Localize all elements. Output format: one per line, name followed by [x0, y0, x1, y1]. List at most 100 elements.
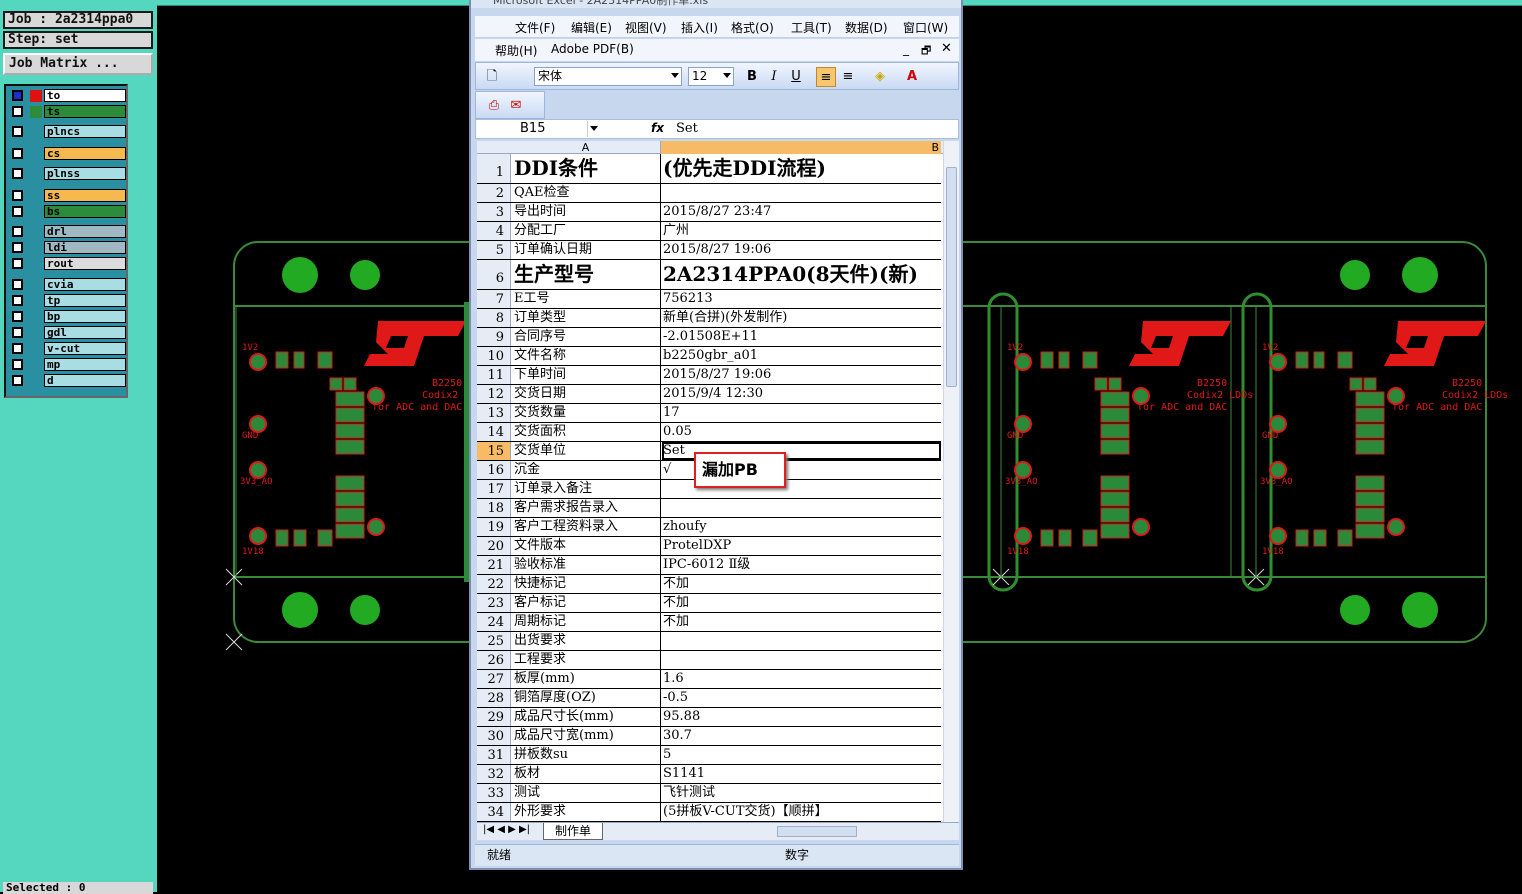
layer-checkbox[interactable] — [12, 148, 23, 159]
layer-checkbox[interactable] — [12, 190, 23, 201]
menu-item-1[interactable]: 编辑(E) — [571, 19, 612, 36]
row-number[interactable]: 20 — [477, 537, 511, 555]
cell-a[interactable]: 出货要求 — [512, 632, 661, 650]
cell-b[interactable]: 2015/8/27 23:47 — [662, 203, 941, 221]
cell-a[interactable]: 交货日期 — [512, 385, 661, 403]
cell-a[interactable]: 合同序号 — [512, 328, 661, 346]
underline-button[interactable]: U — [786, 67, 806, 87]
cell-a[interactable]: 板厚(mm) — [512, 670, 661, 688]
cell-b[interactable]: 2015/8/27 19:06 — [662, 241, 941, 259]
layer-row-ts[interactable]: ts — [8, 104, 127, 119]
cell-b[interactable]: IPC-6012 Ⅱ级 — [662, 556, 941, 574]
new-document-icon[interactable]: 🗋 — [482, 67, 502, 87]
layer-row-v-cut[interactable]: v-cut — [8, 341, 127, 356]
chevron-down-icon[interactable] — [590, 126, 598, 131]
row-number[interactable]: 17 — [477, 480, 511, 498]
cell-a[interactable]: 成品尺寸长(mm) — [512, 708, 661, 726]
cell-b[interactable]: ProtelDXP — [662, 537, 941, 555]
row-number[interactable]: 21 — [477, 556, 511, 574]
row-number[interactable]: 2 — [477, 184, 511, 202]
row-number[interactable]: 19 — [477, 518, 511, 536]
fill-color-icon[interactable]: ◈ — [870, 67, 890, 87]
cell-b[interactable]: 2015/9/4 12:30 — [662, 385, 941, 403]
cell-a[interactable]: DDI条件 — [512, 154, 661, 183]
cell-b[interactable]: 95.88 — [662, 708, 941, 726]
cell-a[interactable]: 周期标记 — [512, 613, 661, 631]
cell-a[interactable]: 生产型号 — [512, 260, 661, 289]
layer-checkbox[interactable] — [12, 126, 23, 137]
row-number[interactable]: 22 — [477, 575, 511, 593]
sheet-nav-icons[interactable]: |◀ ◀ ▶ ▶| — [483, 824, 530, 835]
row-number[interactable]: 29 — [477, 708, 511, 726]
cell-a[interactable]: 客户工程资料录入 — [512, 518, 661, 536]
cell-a[interactable]: 测试 — [512, 784, 661, 802]
layer-row-drl[interactable]: drl — [8, 224, 127, 239]
cell-a[interactable]: 客户需求报告录入 — [512, 499, 661, 517]
cell-b[interactable]: 2A2314PPA0(8天件)(新) — [662, 260, 941, 289]
cell-a[interactable]: 成品尺寸宽(mm) — [512, 727, 661, 745]
horizontal-scrollbar[interactable] — [777, 826, 857, 837]
cell-a[interactable]: 验收标准 — [512, 556, 661, 574]
pdf-email-icon[interactable]: ✉ — [506, 96, 526, 116]
layer-row-ldi[interactable]: ldi — [8, 240, 127, 255]
menu-item-help-1[interactable]: Adobe PDF(B) — [551, 42, 634, 56]
layer-row-bs[interactable]: bs — [8, 204, 127, 219]
row-number[interactable]: 26 — [477, 651, 511, 669]
cell-b[interactable]: 30.7 — [662, 727, 941, 745]
layer-checkbox[interactable] — [12, 206, 23, 217]
cell-a[interactable]: 拼板数su — [512, 746, 661, 764]
cell-b[interactable]: 不加 — [662, 575, 941, 593]
row-number[interactable]: 13 — [477, 404, 511, 422]
layer-row-tp[interactable]: tp — [8, 293, 127, 308]
row-number[interactable]: 33 — [477, 784, 511, 802]
layer-row-d[interactable]: d — [8, 373, 127, 388]
cell-a[interactable]: 外形要求 — [512, 803, 661, 821]
layer-checkbox[interactable] — [12, 359, 23, 370]
align-center-button[interactable]: ≡ — [838, 67, 858, 87]
row-number[interactable]: 14 — [477, 423, 511, 441]
layer-row-cs[interactable]: cs — [8, 146, 127, 161]
layer-row-bp[interactable]: bp — [8, 309, 127, 324]
cell-b[interactable] — [662, 651, 941, 669]
menu-item-help-0[interactable]: 帮助(H) — [495, 42, 537, 59]
minimize-icon[interactable]: _ — [903, 42, 909, 56]
layer-checkbox[interactable] — [12, 90, 23, 101]
row-number[interactable]: 6 — [477, 260, 511, 289]
sheet-tab-zhizuodan[interactable]: 制作单 — [543, 823, 603, 840]
row-number[interactable]: 16 — [477, 461, 511, 479]
cell-b[interactable] — [662, 499, 941, 517]
cell-a[interactable]: QAE检查 — [512, 184, 661, 202]
font-color-icon[interactable]: A — [902, 67, 922, 87]
pdf-convert-icon[interactable]: ⎙ — [484, 96, 504, 116]
layer-checkbox[interactable] — [12, 327, 23, 338]
scroll-thumb[interactable] — [946, 167, 957, 387]
row-number[interactable]: 1 — [477, 154, 511, 183]
italic-button[interactable]: I — [764, 67, 784, 87]
cell-b[interactable]: S1141 — [662, 765, 941, 783]
cell-a[interactable]: 文件版本 — [512, 537, 661, 555]
cell-a[interactable]: 板材 — [512, 765, 661, 783]
menu-item-7[interactable]: 窗口(W) — [903, 19, 948, 36]
job-matrix-button[interactable]: Job Matrix ... — [3, 53, 153, 75]
cell-a[interactable]: 下单时间 — [512, 366, 661, 384]
layer-row-to[interactable]: to — [8, 88, 127, 103]
cell-b[interactable]: -0.5 — [662, 689, 941, 707]
cell-b[interactable]: 1.6 — [662, 670, 941, 688]
row-number[interactable]: 12 — [477, 385, 511, 403]
column-header-a[interactable]: A — [511, 141, 661, 154]
cell-b[interactable]: 756213 — [662, 290, 941, 308]
layer-row-mp[interactable]: mp — [8, 357, 127, 372]
name-box[interactable]: B15 — [480, 121, 588, 137]
cell-b[interactable]: 广州 — [662, 222, 941, 240]
row-number[interactable]: 9 — [477, 328, 511, 346]
layer-row-ss[interactable]: ss — [8, 188, 127, 203]
row-number[interactable]: 27 — [477, 670, 511, 688]
row-number[interactable]: 10 — [477, 347, 511, 365]
cell-a[interactable]: 分配工厂 — [512, 222, 661, 240]
layer-checkbox[interactable] — [12, 279, 23, 290]
cell-a[interactable]: 客户标记 — [512, 594, 661, 612]
cell-a[interactable]: 交货面积 — [512, 423, 661, 441]
row-number[interactable]: 25 — [477, 632, 511, 650]
layer-checkbox[interactable] — [12, 375, 23, 386]
row-number[interactable]: 30 — [477, 727, 511, 745]
